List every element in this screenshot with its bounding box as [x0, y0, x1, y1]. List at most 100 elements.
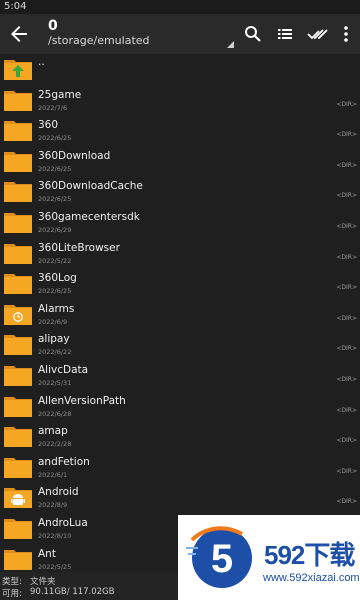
alarm-folder-icon: [3, 302, 33, 326]
folder-name: AllenVersionPath: [38, 394, 126, 407]
available-value: 90.11GB/ 117.02GB: [30, 587, 115, 597]
folder-name: Alarms: [38, 302, 75, 315]
page-title: 0: [48, 18, 58, 34]
search-icon[interactable]: [240, 21, 266, 47]
dir-tag: <DIR>: [336, 345, 357, 353]
folder-name: Ant: [38, 547, 56, 560]
folder-row[interactable]: AllenVersionPath 2022/6/28 <DIR>: [0, 391, 360, 422]
folder-row[interactable]: 360 2022/6/25 <DIR>: [0, 115, 360, 146]
folder-row[interactable]: AlivcData 2022/5/31 <DIR>: [0, 360, 360, 391]
folder-date: 2022/6/28: [38, 409, 72, 418]
back-arrow-icon[interactable]: [7, 22, 31, 46]
parent-folder-label: ..: [38, 56, 45, 68]
folder-row[interactable]: alipay 2022/6/22 <DIR>: [0, 329, 360, 360]
folder-row[interactable]: Alarms 2022/6/9 <DIR>: [0, 299, 360, 330]
dir-tag: <DIR>: [336, 437, 357, 445]
folder-icon: [3, 394, 33, 418]
folder-name: andFetion: [38, 455, 90, 468]
folder-icon: [3, 424, 33, 448]
folder-row[interactable]: andFetion 2022/6/1 <DIR>: [0, 452, 360, 483]
folder-date: 2022/5/31: [38, 379, 72, 387]
folder-row[interactable]: 360DownloadCache 2022/6/25 <DIR>: [0, 176, 360, 207]
file-list: .. 25game 2022/7/6 <DIR> 360 2022/6/25 <DIR> 3…: [0, 54, 360, 572]
select-all-icon[interactable]: [304, 21, 330, 47]
folder-icon: [3, 332, 33, 356]
folder-icon: [3, 210, 33, 234]
folder-row[interactable]: Android 2022/8/9 <DIR>: [0, 482, 360, 513]
folder-date: 2022/6/9: [38, 317, 68, 326]
folder-name: alipay: [38, 333, 70, 346]
folder-name: 25game: [38, 88, 82, 101]
folder-date: 2022/7/6: [38, 103, 68, 112]
folder-icon: [3, 455, 33, 479]
folder-icon: [3, 241, 33, 265]
folder-icon: [3, 271, 33, 295]
folder-row[interactable]: 360gamecentersdk 2022/6/29 <DIR>: [0, 207, 360, 238]
svg-text:5: 5: [211, 537, 233, 581]
list-view-icon[interactable]: [272, 21, 298, 47]
folder-row[interactable]: 360Log 2022/6/25 <DIR>: [0, 268, 360, 299]
more-vert-icon[interactable]: [333, 21, 359, 47]
folder-name: AndroLua: [38, 517, 88, 529]
folder-row[interactable]: 360LiteBrowser 2022/5/22 <DIR>: [0, 238, 360, 269]
folder-icon: [3, 363, 33, 387]
android-folder-icon: [3, 485, 33, 509]
type-value: 文件夹: [30, 577, 56, 587]
folder-date: 2022/6/29: [38, 226, 72, 234]
folder-date: 2022/8/9: [38, 501, 68, 510]
folder-name: AlivcData: [38, 364, 89, 376]
type-label: 类型:: [2, 577, 22, 587]
dir-tag: <DIR>: [336, 131, 357, 139]
folder-date: 2022/6/25: [38, 195, 72, 204]
dir-tag: <DIR>: [336, 192, 357, 200]
watermark-brand: 592下载: [264, 540, 355, 570]
dir-tag: <DIR>: [336, 253, 357, 261]
folder-name: 360: [38, 119, 59, 132]
folder-name: 360gamecentersdk: [38, 211, 140, 223]
dir-tag: <DIR>: [336, 467, 357, 475]
folder-icon: [3, 516, 33, 540]
app-bar: 0 /storage/emulated: [0, 14, 360, 54]
folder-date: 2022/6/1: [38, 470, 68, 479]
folder-name: 360Download: [38, 149, 111, 162]
folder-icon: [3, 88, 33, 112]
folder-date: 2022/5/22: [38, 256, 72, 265]
status-bar: 5:04: [0, 0, 360, 14]
folder-date: 2022/8/10: [38, 532, 72, 540]
folder-date: 2022/6/25: [38, 164, 72, 173]
folder-name: 360Log: [38, 272, 77, 285]
folder-date: 2022/5/25: [38, 562, 72, 571]
watermark-logo-icon: 5: [184, 520, 256, 594]
watermark: 5 592下载 www.592xiazai.com: [178, 515, 360, 600]
dir-tag: <DIR>: [336, 376, 357, 383]
up-arrow-folder-icon: [3, 57, 33, 81]
dir-tag: <DIR>: [336, 100, 357, 108]
dir-tag: <DIR>: [336, 498, 357, 506]
folder-date: 2022/6/22: [38, 348, 72, 357]
folder-icon: [3, 118, 33, 142]
folder-row[interactable]: amap 2022/2/28 <DIR>: [0, 421, 360, 452]
folder-date: 2022/2/28: [38, 440, 72, 449]
status-time: 5:04: [4, 1, 27, 12]
dir-tag: <DIR>: [336, 223, 357, 230]
folder-date: 2022/6/25: [38, 287, 72, 296]
folder-name: amap: [38, 425, 68, 438]
dir-tag: <DIR>: [336, 284, 357, 292]
folder-icon: [3, 547, 33, 571]
dir-tag: <DIR>: [336, 161, 357, 169]
folder-name: Android: [38, 486, 79, 499]
folder-date: 2022/6/25: [38, 134, 72, 143]
folder-name: 360DownloadCache: [38, 180, 143, 193]
parent-folder-row[interactable]: ..: [0, 54, 360, 85]
dir-tag: <DIR>: [336, 406, 357, 414]
folder-name: 360LiteBrowser: [38, 241, 120, 254]
path-dropdown-indicator[interactable]: [227, 41, 234, 48]
folder-icon: [3, 179, 33, 203]
folder-row[interactable]: 25game 2022/7/6 <DIR>: [0, 85, 360, 116]
watermark-url: www.592xiazai.com: [263, 572, 360, 584]
dir-tag: <DIR>: [336, 314, 357, 322]
current-path[interactable]: /storage/emulated: [48, 34, 150, 47]
available-label: 可用:: [2, 589, 22, 599]
folder-row[interactable]: 360Download 2022/6/25 <DIR>: [0, 146, 360, 177]
folder-icon: [3, 149, 33, 173]
